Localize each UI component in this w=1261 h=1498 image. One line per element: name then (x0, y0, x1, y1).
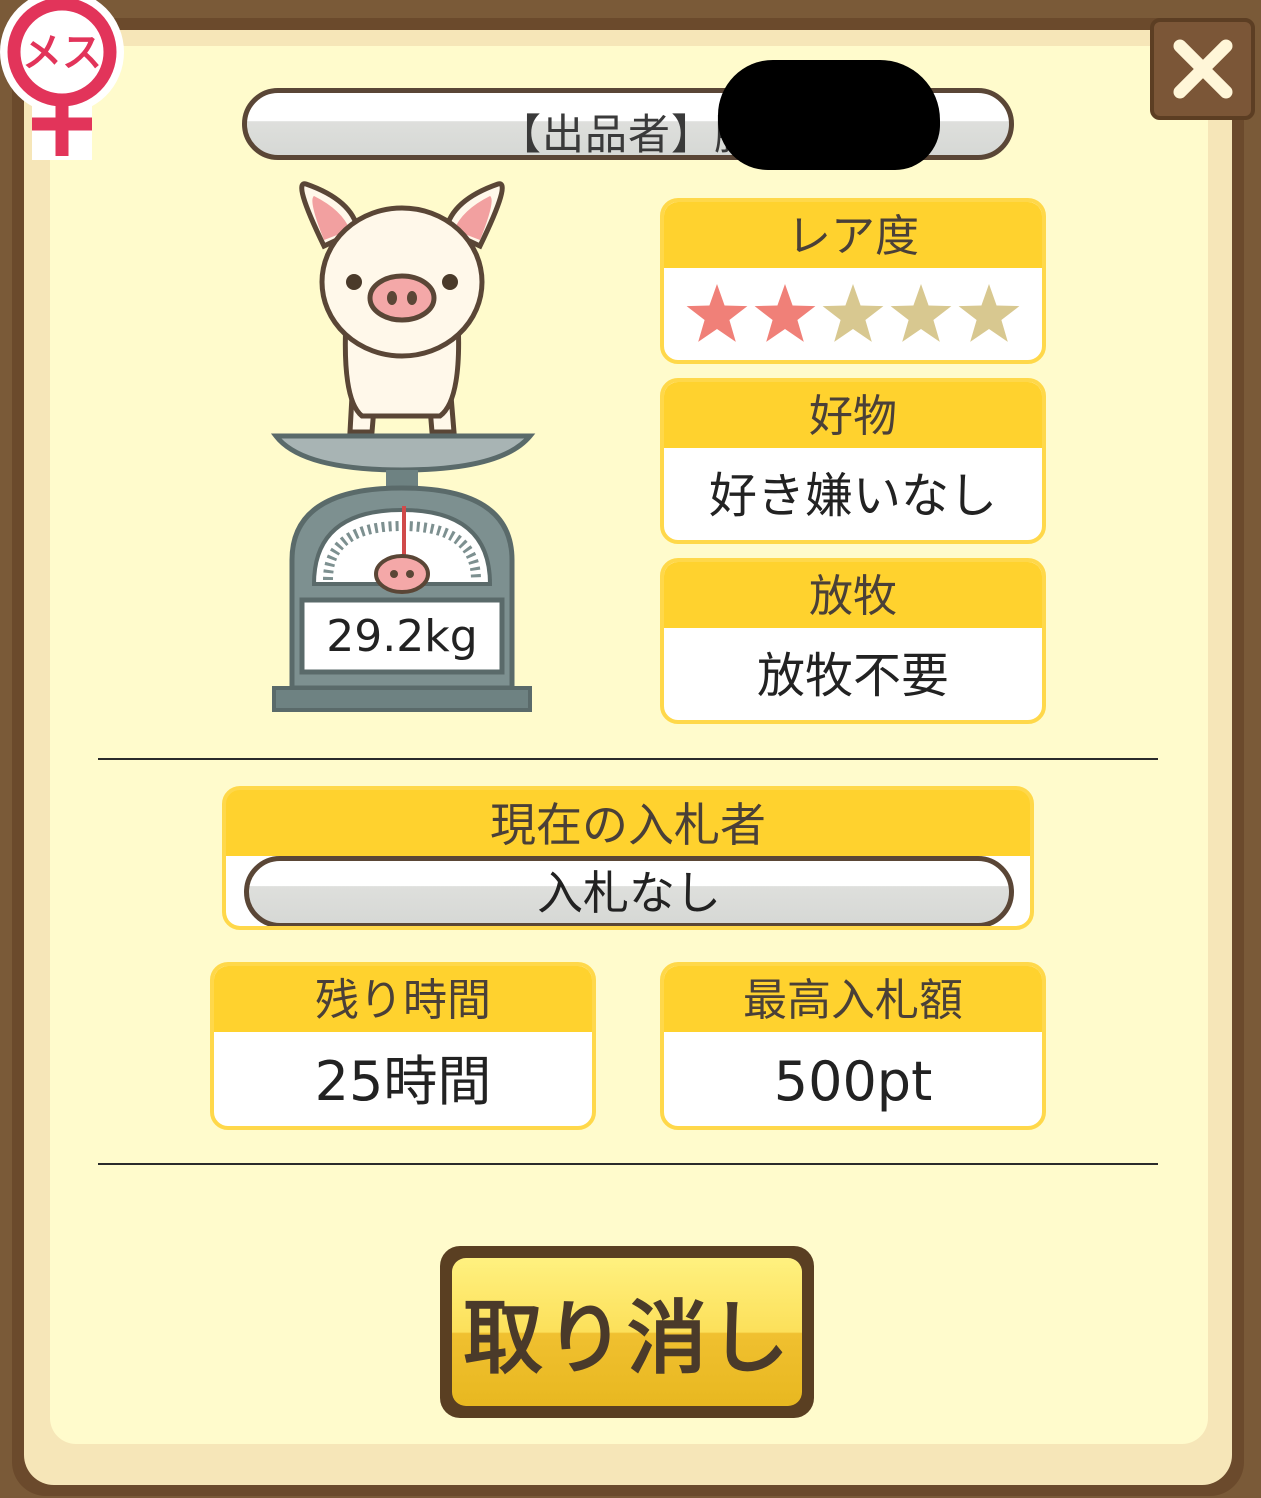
highest-bid-title: 最高入札額 (664, 966, 1042, 1032)
cancel-button[interactable]: 取り消し (440, 1246, 814, 1418)
star-empty-icon (958, 284, 1020, 342)
favorite-food-box: 好物 好き嫌いなし (660, 378, 1046, 544)
female-icon: メス (0, 0, 124, 160)
gender-label: メス (22, 30, 102, 76)
cancel-button-label: 取り消し (452, 1258, 802, 1406)
rarity-box: レア度 (660, 198, 1046, 364)
weight-readout: 29.2kg (326, 611, 478, 662)
redaction-mark (718, 60, 940, 170)
star-empty-icon (822, 284, 884, 342)
current-bidder-box: 現在の入札者 入札なし (222, 786, 1034, 930)
star-filled-icon (754, 284, 816, 342)
rarity-title: レア度 (664, 202, 1042, 268)
close-button[interactable] (1150, 18, 1255, 120)
star-filled-icon (686, 284, 748, 342)
grazing-title: 放牧 (664, 562, 1042, 628)
remaining-time-title: 残り時間 (214, 966, 592, 1032)
favorite-food-title: 好物 (664, 382, 1042, 448)
current-bidder-value: 入札なし (244, 856, 1014, 926)
remaining-time-value: 25時間 (314, 1050, 492, 1113)
favorite-food-value: 好き嫌いなし (708, 468, 997, 524)
rarity-stars (664, 268, 1042, 360)
highest-bid-value: 500pt (773, 1050, 933, 1113)
divider-bottom (98, 1163, 1158, 1165)
remaining-time-box: 残り時間 25時間 (210, 962, 596, 1130)
divider-top (98, 758, 1158, 760)
highest-bid-box: 最高入札額 500pt (660, 962, 1046, 1130)
grazing-value: 放牧不要 (756, 648, 949, 704)
close-icon (1173, 39, 1232, 99)
star-empty-icon (890, 284, 952, 342)
current-bidder-title: 現在の入札者 (490, 798, 766, 852)
grazing-box: 放牧 放牧不要 (660, 558, 1046, 724)
gender-badge: メス (0, 0, 142, 164)
